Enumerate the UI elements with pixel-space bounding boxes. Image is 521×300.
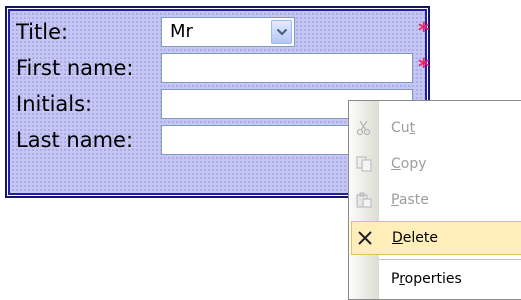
first-name-required-marker: * [418, 55, 430, 80]
first-name-label: First name: [16, 56, 134, 80]
delete-x-icon [358, 231, 372, 245]
first-name-input[interactable] [161, 53, 413, 83]
menu-item-delete-label: Delete [392, 230, 438, 246]
context-menu: Cut Copy Paste Delete Properties [348, 100, 521, 300]
menu-item-cut-label: Cut [391, 120, 416, 136]
menu-separator [379, 259, 521, 260]
menu-item-paste-label: Paste [391, 192, 429, 208]
menu-item-properties-label: Properties [391, 271, 462, 287]
title-label: Title: [16, 20, 69, 44]
menu-item-cut[interactable]: Cut [349, 111, 521, 145]
title-required-marker: * [418, 19, 430, 44]
paste-icon [356, 192, 372, 208]
chevron-down-icon [276, 28, 288, 36]
menu-item-properties[interactable]: Properties [349, 262, 521, 296]
title-select-value: Mr [170, 21, 193, 42]
menu-item-copy-label: Copy [391, 156, 427, 172]
menu-item-copy[interactable]: Copy [349, 147, 521, 181]
copy-icon [356, 156, 372, 172]
menu-item-delete[interactable]: Delete [351, 221, 521, 255]
menu-item-paste[interactable]: Paste [349, 183, 521, 217]
title-select[interactable]: Mr [161, 17, 295, 47]
scissors-icon [356, 120, 371, 136]
title-dropdown-button[interactable] [271, 20, 292, 44]
initials-label: Initials: [16, 92, 93, 116]
last-name-label: Last name: [16, 128, 134, 152]
